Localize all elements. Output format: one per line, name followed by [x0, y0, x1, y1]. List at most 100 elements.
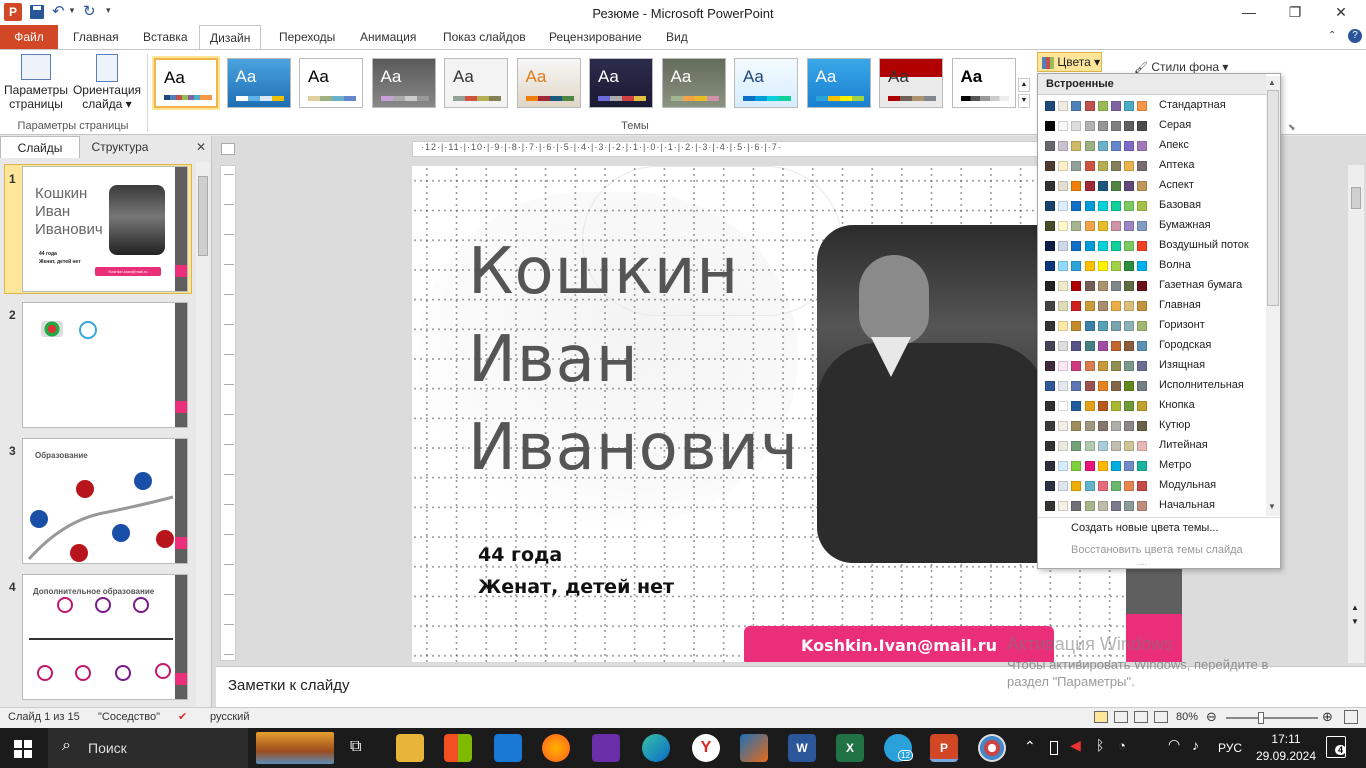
- minimize-icon[interactable]: —: [1226, 0, 1272, 25]
- theme-thumbnail-5[interactable]: Aa: [444, 58, 508, 108]
- theme-thumbnail-12[interactable]: Aa: [951, 58, 1016, 108]
- color-scheme-item[interactable]: Изящная: [1039, 356, 1265, 376]
- notifications-icon[interactable]: 4: [1326, 736, 1347, 758]
- telegram-icon[interactable]: 12: [884, 734, 913, 762]
- color-scheme-item[interactable]: Стандартная: [1039, 96, 1265, 116]
- theme-thumbnail-10[interactable]: Aa: [806, 58, 871, 108]
- age-text[interactable]: 44 года: [478, 544, 562, 566]
- zoom-slider[interactable]: [1226, 712, 1318, 724]
- spelling-check-icon[interactable]: ✔: [178, 710, 187, 723]
- network-icon[interactable]: ◔: [1118, 738, 1126, 753]
- color-scheme-item[interactable]: Базовая: [1039, 196, 1265, 216]
- close-panel-icon[interactable]: ✕: [196, 140, 206, 154]
- zoom-out-icon[interactable]: ⊖: [1206, 709, 1217, 725]
- excel-icon[interactable]: X: [836, 734, 864, 762]
- tab-insert[interactable]: Вставка: [133, 25, 198, 49]
- color-scheme-item[interactable]: Исполнительная: [1039, 376, 1265, 396]
- slide-editor-scrollbar[interactable]: ▲ ▼: [1348, 165, 1364, 663]
- theme-thumbnail-1[interactable]: Aa: [154, 58, 218, 108]
- theme-thumbnail-7[interactable]: Aa: [589, 58, 653, 108]
- theme-thumbnail-2[interactable]: Aa: [226, 58, 291, 108]
- restore-theme-colors-item[interactable]: Восстановить цвета темы слайда: [1071, 544, 1243, 556]
- slide-orientation-button[interactable]: Ориентация слайда ▾: [72, 54, 142, 120]
- theme-thumbnail-11[interactable]: Aa: [879, 58, 943, 108]
- color-scheme-item[interactable]: Горизонт: [1039, 316, 1265, 336]
- clock-time[interactable]: 17:11: [1262, 732, 1310, 746]
- slide-sorter-view-icon[interactable]: [1114, 711, 1128, 723]
- microsoft-store-icon[interactable]: [444, 734, 472, 762]
- family-status-text[interactable]: Женат, детей нет: [478, 576, 674, 598]
- task-view-icon[interactable]: ⧉: [350, 738, 361, 756]
- slide-thumbnail-4[interactable]: Дополнительное образование: [22, 574, 188, 700]
- yandex-browser-icon[interactable]: Y: [692, 734, 720, 762]
- tab-animation[interactable]: Анимация: [350, 25, 426, 49]
- color-scheme-item[interactable]: Главная: [1039, 296, 1265, 316]
- color-scheme-item[interactable]: Волна: [1039, 256, 1265, 276]
- taskbar-search-box[interactable]: ⌕ Поиск: [48, 728, 248, 768]
- horizontal-ruler[interactable]: ·12·|·11·|·10·|·9·|·8·|·7·|·6·|·5·|·4·|·…: [412, 141, 1038, 157]
- wifi-icon[interactable]: ◠: [1168, 736, 1180, 753]
- language-indicator[interactable]: русский: [210, 711, 249, 723]
- mail-icon[interactable]: [494, 734, 522, 762]
- speaker-icon[interactable]: ♪: [1192, 737, 1199, 753]
- profile-photo[interactable]: [817, 225, 1047, 563]
- volume-mute-icon[interactable]: ◀: [1070, 737, 1081, 754]
- color-scheme-item[interactable]: Воздушный поток: [1039, 236, 1265, 256]
- fit-to-window-icon[interactable]: [1344, 710, 1358, 724]
- slide-thumbnail-1[interactable]: Кошкин Иван Иванович 44 года Женат, дете…: [22, 166, 188, 292]
- dropdown-scrollbar[interactable]: ▲ ▼: [1266, 76, 1280, 516]
- tab-file[interactable]: Файл: [0, 25, 58, 50]
- input-language[interactable]: РУС: [1218, 741, 1242, 755]
- zoom-in-icon[interactable]: ⊕: [1322, 709, 1333, 725]
- tab-view[interactable]: Вид: [656, 25, 698, 49]
- edge-icon[interactable]: [642, 734, 670, 762]
- ribbon-collapse-icon[interactable]: ⌃: [1328, 30, 1336, 41]
- firefox-icon[interactable]: [542, 734, 570, 762]
- color-scheme-item[interactable]: Бумажная: [1039, 216, 1265, 236]
- slideshow-view-icon[interactable]: [1154, 711, 1168, 723]
- help-icon[interactable]: ?: [1348, 29, 1362, 43]
- color-scheme-item[interactable]: Газетная бумага: [1039, 276, 1265, 296]
- zoom-level[interactable]: 80%: [1176, 711, 1198, 723]
- reading-view-icon[interactable]: [1134, 711, 1148, 723]
- color-scheme-item[interactable]: Метро: [1039, 456, 1265, 476]
- close-icon[interactable]: ✕: [1318, 0, 1364, 25]
- create-new-theme-colors-item[interactable]: Создать новые цвета темы...: [1071, 522, 1219, 534]
- color-scheme-item[interactable]: Кнопка: [1039, 396, 1265, 416]
- tab-home[interactable]: Главная: [63, 25, 129, 49]
- file-explorer-icon[interactable]: [396, 734, 424, 762]
- vertical-ruler[interactable]: [220, 165, 236, 661]
- theme-thumbnail-4[interactable]: Aa: [371, 58, 436, 108]
- slides-scrollbar[interactable]: [196, 162, 210, 707]
- color-scheme-item[interactable]: Аптека: [1039, 156, 1265, 176]
- color-scheme-item[interactable]: Литейная: [1039, 436, 1265, 456]
- restore-icon[interactable]: ❐: [1272, 0, 1318, 25]
- theme-colors-button[interactable]: Цвета ▾: [1037, 52, 1102, 72]
- gallery-scroll-up-icon[interactable]: ▲: [1018, 78, 1030, 92]
- app-icon-purple[interactable]: [592, 734, 620, 762]
- start-windows-icon[interactable]: [14, 740, 32, 758]
- dialog-launcher-icon[interactable]: ⬊: [1288, 122, 1296, 133]
- theme-thumbnail-3[interactable]: Aa: [299, 58, 363, 108]
- tab-transitions[interactable]: Переходы: [269, 25, 345, 49]
- background-styles-button[interactable]: 🖌 Стили фона ▾: [1134, 60, 1228, 74]
- color-scheme-item[interactable]: Кутюр: [1039, 416, 1265, 436]
- page-setup-button[interactable]: Параметры страницы: [4, 54, 68, 120]
- theme-thumbnail-9[interactable]: Aa: [734, 58, 798, 108]
- ruler-toggle-icon[interactable]: [221, 143, 235, 155]
- resize-grip-icon[interactable]: ....: [1138, 558, 1147, 567]
- tab-design[interactable]: Дизайн: [199, 25, 262, 50]
- slide-thumbnail-3[interactable]: Образование: [22, 438, 188, 564]
- normal-view-icon[interactable]: [1094, 711, 1108, 723]
- theme-thumbnail-6[interactable]: Aa: [516, 58, 581, 108]
- tab-outline[interactable]: Структура: [82, 136, 158, 158]
- battery-icon[interactable]: [1050, 741, 1058, 755]
- matlab-icon[interactable]: [740, 734, 768, 762]
- powerpoint-taskbar-icon[interactable]: P: [930, 734, 958, 762]
- color-scheme-item[interactable]: Городская: [1039, 336, 1265, 356]
- gallery-scroll-down-icon[interactable]: ▼: [1018, 94, 1030, 108]
- slide-thumbnail-2[interactable]: [22, 302, 188, 428]
- tab-slides[interactable]: Слайды: [0, 136, 80, 158]
- search-highlight-image[interactable]: [256, 732, 334, 764]
- resume-name-title[interactable]: Кошкин Иван Иванович: [468, 228, 799, 492]
